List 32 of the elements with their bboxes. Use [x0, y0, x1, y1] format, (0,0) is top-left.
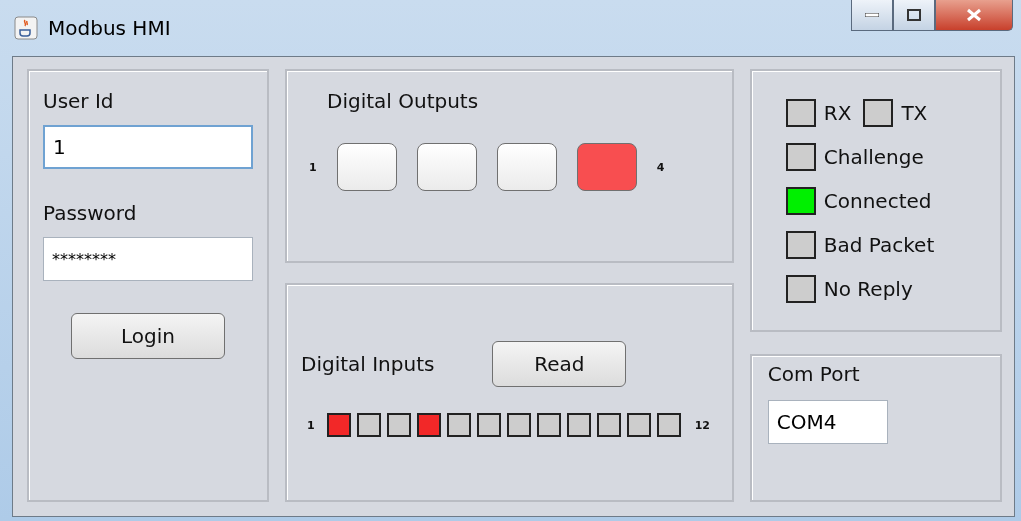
user-id-label: User Id	[43, 89, 115, 113]
password-label: Password	[43, 201, 138, 225]
status-label: Challenge	[823, 145, 924, 169]
first-output-number: 1	[309, 160, 317, 174]
inputs-title: Digital Inputs	[301, 352, 435, 376]
java-cup-icon	[14, 16, 38, 40]
output-toggle[interactable]	[576, 143, 637, 191]
first-input-number: 1	[307, 418, 315, 432]
com-port-label: Com Port	[767, 362, 861, 386]
minimize-icon	[865, 13, 879, 17]
last-output-number: 4	[656, 160, 665, 174]
window-title: Modbus HMI	[48, 16, 171, 40]
password-field[interactable]: ********	[43, 237, 253, 281]
status-label: TX	[901, 101, 928, 125]
close-icon	[965, 8, 983, 22]
output-toggle[interactable]	[336, 143, 397, 191]
login-button[interactable]: Login	[71, 313, 225, 359]
maximize-button[interactable]	[893, 0, 935, 31]
com-port-field[interactable]: COM4	[767, 400, 888, 444]
status-label: Connected	[823, 189, 932, 213]
output-toggle[interactable]	[496, 143, 557, 191]
status-label: Bad Packet	[823, 233, 935, 257]
minimize-button[interactable]	[851, 0, 893, 31]
maximize-icon	[907, 9, 921, 21]
close-button[interactable]	[935, 0, 1013, 31]
read-button[interactable]: Read	[492, 341, 627, 387]
output-toggle[interactable]	[416, 143, 477, 191]
status-label: No Reply	[823, 277, 913, 301]
outputs-title: Digital Outputs	[327, 89, 480, 113]
user-id-field[interactable]: 1	[43, 125, 253, 169]
last-input-number: 12	[694, 418, 710, 432]
status-label: RX	[823, 101, 852, 125]
